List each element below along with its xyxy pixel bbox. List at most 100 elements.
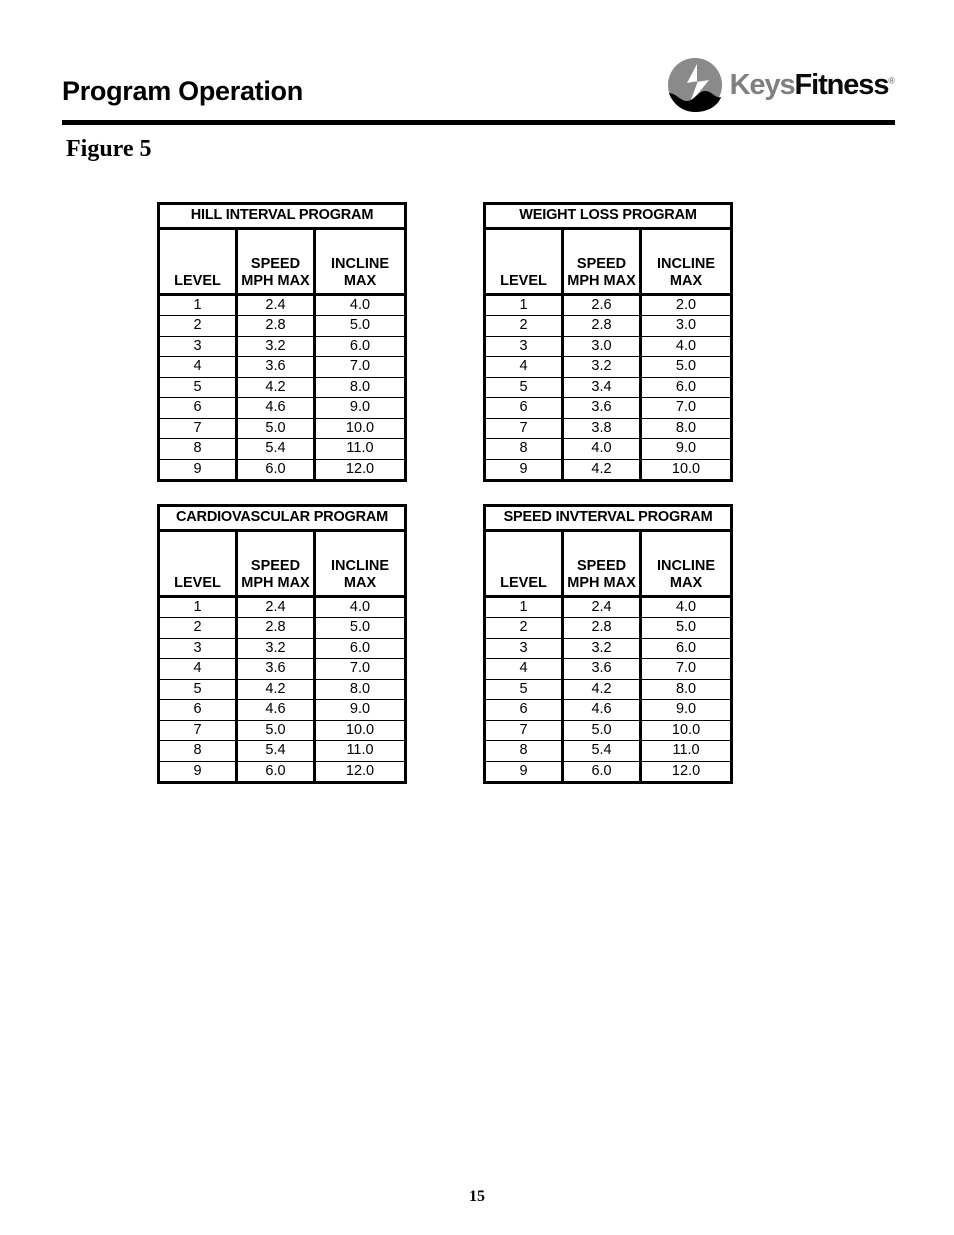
cell-incline: 8.0 bbox=[639, 678, 734, 700]
table-row: 6 3.6 7.0 bbox=[483, 397, 734, 419]
table-row: 3 3.2 6.0 bbox=[157, 637, 408, 659]
table-row: 2 2.8 5.0 bbox=[157, 617, 408, 639]
cell-incline: 8.0 bbox=[312, 678, 408, 700]
table-title: CARDIOVASCULAR PROGRAM bbox=[156, 504, 408, 532]
cell-incline: 9.0 bbox=[312, 699, 408, 721]
column-header-level: LEVEL bbox=[157, 228, 238, 296]
program-table-hill-interval: HILL INTERVAL PROGRAM LEVEL SPEED MPH MA… bbox=[156, 202, 408, 482]
cell-level: 2 bbox=[157, 315, 238, 337]
cell-incline: 6.0 bbox=[312, 637, 408, 659]
cell-speed: 5.0 bbox=[235, 417, 316, 439]
cell-level: 9 bbox=[157, 458, 238, 482]
table-row: 3 3.2 6.0 bbox=[157, 335, 408, 357]
cell-incline: 7.0 bbox=[312, 658, 408, 680]
cell-incline: 11.0 bbox=[312, 438, 408, 460]
table-row: 5 4.2 8.0 bbox=[157, 376, 408, 398]
table-row: 9 6.0 12.0 bbox=[483, 760, 734, 784]
cell-level: 8 bbox=[483, 438, 565, 460]
table-header-row: LEVEL SPEED MPH MAX INCLINE MAX bbox=[483, 530, 734, 598]
cell-level: 6 bbox=[157, 397, 238, 419]
cell-level: 5 bbox=[157, 678, 238, 700]
program-table-weight-loss: WEIGHT LOSS PROGRAM LEVEL SPEED MPH MAX … bbox=[483, 202, 734, 482]
cell-speed: 2.8 bbox=[561, 315, 643, 337]
table-title: HILL INTERVAL PROGRAM bbox=[156, 202, 408, 230]
column-header-line1: SPEED bbox=[250, 255, 301, 272]
table-row: 9 4.2 10.0 bbox=[483, 458, 734, 482]
table-body: 1 2.4 4.0 2 2.8 5.0 3 3.2 6.0 4 3.6 7.0 5 4.2 8.0 6 4.6 9… bbox=[157, 293, 408, 482]
cell-level: 1 bbox=[483, 595, 565, 618]
table-row: 7 5.0 10.0 bbox=[157, 719, 408, 741]
cell-level: 5 bbox=[483, 678, 565, 700]
cell-incline: 9.0 bbox=[312, 397, 408, 419]
column-header-line2: LEVEL bbox=[174, 272, 221, 289]
cell-incline: 12.0 bbox=[639, 760, 734, 784]
column-header-line1: INCLINE bbox=[331, 255, 389, 272]
table-row: 5 4.2 8.0 bbox=[157, 678, 408, 700]
cell-speed: 4.2 bbox=[561, 458, 643, 482]
cell-incline: 9.0 bbox=[639, 438, 734, 460]
cell-speed: 4.6 bbox=[235, 397, 316, 419]
column-header-line1: INCLINE bbox=[657, 557, 716, 574]
column-header-line2: MPH MAX bbox=[567, 272, 636, 289]
table-title-row: HILL INTERVAL PROGRAM bbox=[156, 202, 408, 230]
cell-level: 9 bbox=[157, 760, 238, 784]
column-header-incline: INCLINE MAX bbox=[639, 530, 734, 598]
column-header-line2: LEVEL bbox=[174, 574, 221, 591]
cell-level: 8 bbox=[157, 740, 238, 762]
brand-word-fitness: Fitness bbox=[794, 68, 890, 101]
page-header: Program Operation KeysFitness® bbox=[62, 52, 895, 124]
column-header-line2: MAX bbox=[343, 272, 377, 289]
table-title-row: CARDIOVASCULAR PROGRAM bbox=[156, 504, 408, 532]
cell-incline: 10.0 bbox=[312, 417, 408, 439]
cell-level: 1 bbox=[483, 293, 565, 316]
cell-speed: 3.4 bbox=[561, 376, 643, 398]
cell-speed: 4.2 bbox=[561, 678, 643, 700]
cell-speed: 2.8 bbox=[235, 617, 316, 639]
column-header-line1: SPEED bbox=[576, 255, 627, 272]
brand-wordmark: KeysFitness® bbox=[730, 68, 895, 101]
cell-incline: 9.0 bbox=[639, 699, 734, 721]
table-header-row: LEVEL SPEED MPH MAX INCLINE MAX bbox=[483, 228, 734, 296]
column-header-line2: MAX bbox=[669, 272, 703, 289]
column-header-speed: SPEED MPH MAX bbox=[561, 530, 643, 598]
table-row-group-top: HILL INTERVAL PROGRAM LEVEL SPEED MPH MA… bbox=[156, 202, 734, 482]
table-row: 7 5.0 10.0 bbox=[157, 417, 408, 439]
column-header-line1: SPEED bbox=[576, 557, 627, 574]
cell-level: 8 bbox=[483, 740, 565, 762]
cell-speed: 3.6 bbox=[561, 658, 643, 680]
cell-level: 4 bbox=[157, 658, 238, 680]
column-header-line1: INCLINE bbox=[331, 557, 390, 574]
table-row: 3 3.2 6.0 bbox=[483, 637, 734, 659]
cell-speed: 3.6 bbox=[235, 356, 316, 378]
table-row: 5 3.4 6.0 bbox=[483, 376, 734, 398]
cell-speed: 2.4 bbox=[561, 595, 643, 618]
cell-speed: 3.8 bbox=[561, 417, 643, 439]
table-row: 1 2.4 4.0 bbox=[157, 293, 408, 316]
table-row: 6 4.6 9.0 bbox=[157, 699, 408, 721]
table-row: 9 6.0 12.0 bbox=[157, 458, 408, 482]
cell-level: 6 bbox=[483, 397, 565, 419]
table-row: 1 2.4 4.0 bbox=[157, 595, 408, 618]
keysfitness-logo-mark bbox=[667, 58, 722, 112]
column-header-speed: SPEED MPH MAX bbox=[561, 228, 643, 296]
cell-level: 7 bbox=[157, 417, 238, 439]
table-row: 7 5.0 10.0 bbox=[483, 719, 734, 741]
cell-incline: 4.0 bbox=[312, 595, 408, 618]
cell-incline: 7.0 bbox=[639, 658, 734, 680]
cell-level: 7 bbox=[157, 719, 238, 741]
cell-incline: 10.0 bbox=[639, 458, 734, 482]
cell-incline: 4.0 bbox=[639, 335, 734, 357]
cell-incline: 2.0 bbox=[639, 293, 734, 316]
cell-incline: 6.0 bbox=[639, 376, 734, 398]
cell-speed: 6.0 bbox=[235, 760, 316, 784]
cell-speed: 3.2 bbox=[561, 356, 643, 378]
cell-incline: 6.0 bbox=[639, 637, 734, 659]
column-header-line1: INCLINE bbox=[657, 255, 716, 272]
cell-speed: 5.4 bbox=[561, 740, 643, 762]
cell-level: 7 bbox=[483, 417, 565, 439]
cell-level: 8 bbox=[157, 438, 238, 460]
column-header-speed: SPEED MPH MAX bbox=[235, 228, 316, 296]
cell-level: 5 bbox=[157, 376, 238, 398]
cell-level: 1 bbox=[157, 293, 238, 316]
cell-speed: 4.2 bbox=[235, 678, 316, 700]
